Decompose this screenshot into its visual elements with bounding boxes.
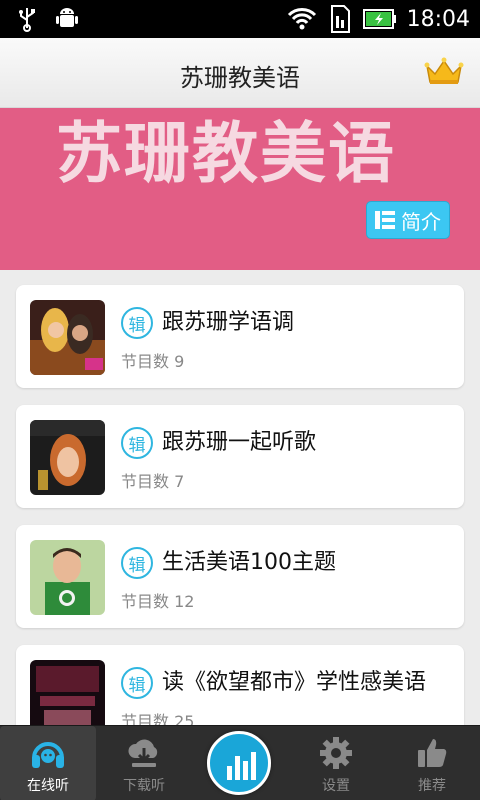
album-badge: 辑 — [121, 547, 153, 579]
clock: 18:04 — [406, 6, 470, 32]
intro-label: 简介 — [401, 209, 441, 234]
tab-label: 设置 — [322, 778, 350, 794]
battery-charging-icon — [362, 9, 396, 29]
album-episode-count: 节目数 9 — [121, 352, 185, 371]
album-title: 跟苏珊学语调 — [162, 310, 295, 335]
tab-label: 在线听 — [27, 778, 69, 794]
album-title: 跟苏珊一起听歌 — [162, 430, 317, 455]
banner-title: 苏珊教美语 — [56, 115, 396, 192]
tab-settings[interactable]: 设置 — [288, 726, 384, 800]
album-card[interactable]: 辑 跟苏珊学语调 节目数 9 — [16, 285, 464, 388]
download-icon — [128, 739, 158, 767]
tab-online-listen[interactable]: 在线听 — [0, 726, 96, 800]
album-episode-count: 节目数 12 — [121, 592, 195, 611]
album-card[interactable]: 辑 跟苏珊一起听歌 节目数 7 — [16, 405, 464, 508]
album-episode-count: 节目数 25 — [121, 712, 195, 725]
equalizer-icon — [227, 752, 256, 780]
tab-recommend[interactable]: 推荐 — [384, 726, 480, 800]
headphones-icon — [32, 742, 64, 768]
thumbs-up-icon — [418, 739, 447, 767]
album-title: 生活美语100主题 — [162, 550, 336, 575]
status-bar: 18:04 — [0, 0, 480, 38]
gear-icon — [320, 737, 352, 769]
page-title: 苏珊教美语 — [180, 64, 300, 92]
title-bar: 苏珊教美语 — [0, 38, 480, 108]
android-debug-icon — [56, 8, 78, 27]
intro-button[interactable]: 简介 — [366, 201, 450, 239]
tab-label: 推荐 — [418, 778, 446, 794]
tab-download-listen[interactable]: 下载听 — [96, 726, 192, 800]
album-badge: 辑 — [121, 427, 153, 459]
album-cover — [30, 660, 105, 725]
album-episode-count: 节目数 7 — [121, 472, 185, 491]
album-cover — [30, 300, 105, 375]
wifi-icon — [287, 8, 316, 30]
now-playing-button[interactable] — [207, 731, 271, 795]
bottom-tab-bar: 在线听 下载听 设置 推荐 — [0, 725, 480, 800]
album-list: 辑 跟苏珊学语调 节目数 9 辑 跟苏珊一起听歌 节目数 7 辑 生活美语100… — [0, 270, 480, 725]
album-card[interactable]: 辑 生活美语100主题 节目数 12 — [16, 525, 464, 628]
album-banner: 苏珊教美语 简介 — [0, 108, 480, 270]
album-title: 读《欲望都市》学性感美语 — [162, 670, 427, 695]
album-card[interactable]: 辑 读《欲望都市》学性感美语 节目数 25 — [16, 645, 464, 725]
album-badge: 辑 — [121, 667, 153, 699]
crown-icon[interactable] — [424, 56, 464, 86]
album-cover — [30, 540, 105, 615]
sim-signal-icon — [330, 5, 350, 33]
list-icon — [375, 211, 395, 229]
usb-icon — [19, 8, 35, 32]
tab-label: 下载听 — [123, 778, 165, 794]
album-badge: 辑 — [121, 307, 153, 339]
album-cover — [30, 420, 105, 495]
